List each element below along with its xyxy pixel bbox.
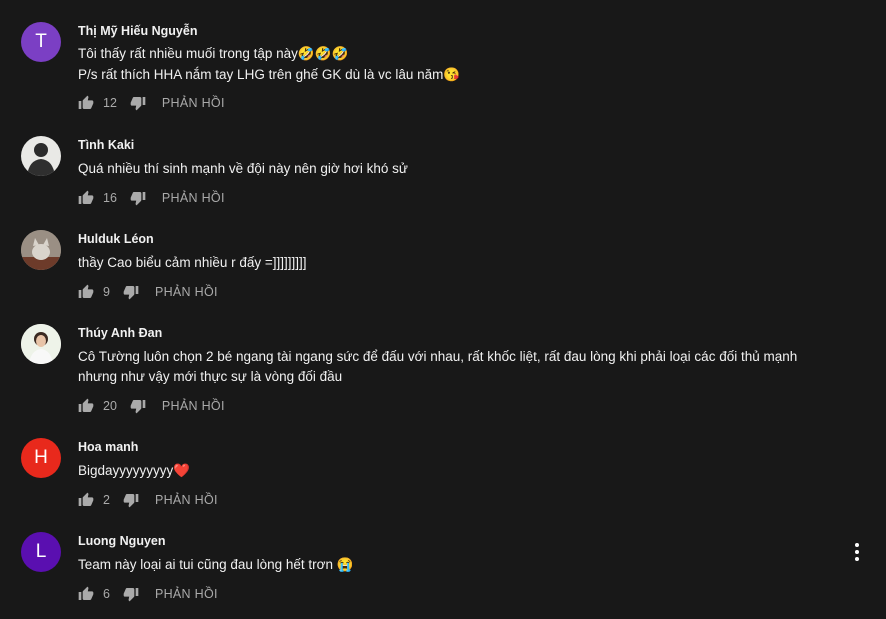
comment-author[interactable]: Tình Kaki bbox=[78, 138, 134, 152]
like-count: 2 bbox=[103, 493, 110, 507]
thumbs-down-icon[interactable] bbox=[123, 586, 139, 602]
thumbs-down-icon[interactable] bbox=[123, 492, 139, 508]
comment-text-line: Tôi thấy rất nhiều muối trong tập này🤣🤣🤣 bbox=[78, 46, 349, 61]
reply-button[interactable]: PHẢN HỒI bbox=[162, 399, 225, 413]
avatar[interactable]: T bbox=[21, 22, 61, 62]
comment-text-line: Quá nhiều thí sinh mạnh về đội này nên g… bbox=[78, 161, 408, 176]
thumbs-up-icon[interactable] bbox=[78, 586, 94, 602]
avatar[interactable]: L bbox=[21, 532, 61, 572]
comment-actions: 12 PHẢN HỒI bbox=[78, 93, 225, 113]
reply-button[interactable]: PHẢN HỒI bbox=[155, 587, 218, 601]
comment-text-line: Team này loại ai tui cũng đau lòng hết t… bbox=[78, 557, 354, 572]
more-options-icon[interactable] bbox=[849, 540, 865, 564]
avatar[interactable] bbox=[21, 324, 61, 364]
comment-actions: 20 PHẢN HỒI bbox=[78, 396, 225, 416]
comment-author[interactable]: Thúy Anh Đan bbox=[78, 326, 162, 340]
comment-text-line: P/s rất thích HHA nắm tay LHG trên ghế G… bbox=[78, 67, 461, 82]
avatar[interactable] bbox=[21, 230, 61, 270]
thumbs-down-icon[interactable] bbox=[123, 284, 139, 300]
thumbs-down-icon[interactable] bbox=[130, 95, 146, 111]
thumbs-up-icon[interactable] bbox=[78, 492, 94, 508]
like-count: 6 bbox=[103, 587, 110, 601]
avatar[interactable] bbox=[21, 136, 61, 176]
thumbs-down-icon[interactable] bbox=[130, 190, 146, 206]
comment-actions: 2 PHẢN HỒI bbox=[78, 490, 218, 510]
comment-actions: 9 PHẢN HỒI bbox=[78, 282, 218, 302]
reply-button[interactable]: PHẢN HỒI bbox=[155, 493, 218, 507]
reply-button[interactable]: PHẢN HỒI bbox=[155, 285, 218, 299]
reply-button[interactable]: PHẢN HỒI bbox=[162, 191, 225, 205]
avatar-letter: L bbox=[35, 541, 47, 562]
thumbs-down-icon[interactable] bbox=[130, 398, 146, 414]
comment-author[interactable]: Thị Mỹ Hiếu Nguyễn bbox=[78, 24, 197, 38]
avatar[interactable]: H bbox=[21, 438, 61, 478]
like-count: 20 bbox=[103, 399, 117, 413]
comment-text-line: nhưng như vậy mới thực sự là vòng đối đầ… bbox=[78, 369, 343, 384]
comment-text-line: Cô Tường luôn chọn 2 bé ngang tài ngang … bbox=[78, 349, 798, 364]
comment-actions: 6 PHẢN HỒI bbox=[78, 584, 218, 604]
comment-author[interactable]: Luong Nguyen bbox=[78, 534, 166, 548]
reply-button[interactable]: PHẢN HỒI bbox=[162, 96, 225, 110]
like-count: 9 bbox=[103, 285, 110, 299]
comment-text-line: thầy Cao biểu cảm nhiều r đấy =]]]]]]]]] bbox=[78, 255, 307, 270]
comment-author[interactable]: Hulduk Léon bbox=[78, 232, 154, 246]
avatar-letter: T bbox=[35, 31, 47, 52]
comment-actions: 16 PHẢN HỒI bbox=[78, 188, 225, 208]
comment-author[interactable]: Hoa manh bbox=[78, 440, 138, 454]
avatar-letter: H bbox=[34, 447, 48, 468]
thumbs-up-icon[interactable] bbox=[78, 190, 94, 206]
thumbs-up-icon[interactable] bbox=[78, 95, 94, 111]
like-count: 12 bbox=[103, 96, 117, 110]
like-count: 16 bbox=[103, 191, 117, 205]
comment-text-line: Bigdayyyyyyyyy❤️ bbox=[78, 463, 191, 478]
thumbs-up-icon[interactable] bbox=[78, 398, 94, 414]
thumbs-up-icon[interactable] bbox=[78, 284, 94, 300]
